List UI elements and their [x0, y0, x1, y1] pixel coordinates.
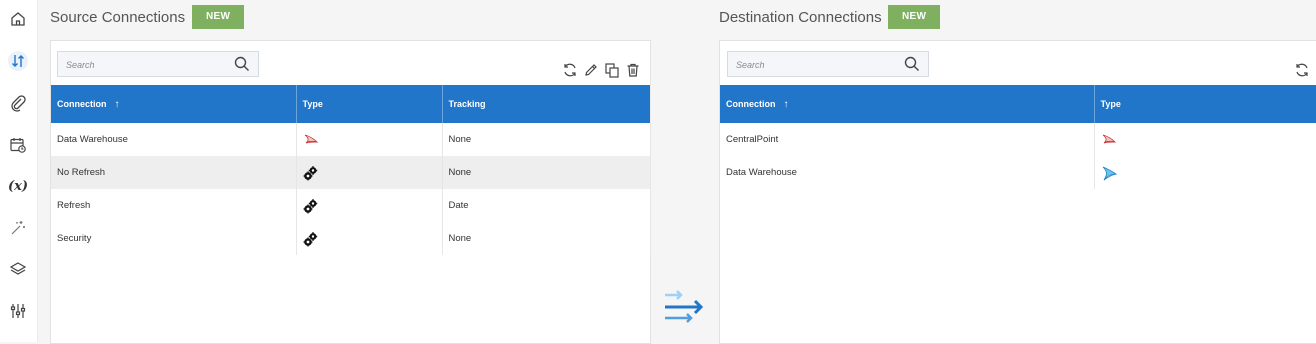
home-icon[interactable] — [8, 9, 28, 29]
connection-cell: CentralPoint — [720, 123, 1095, 156]
gears-icon — [303, 231, 317, 246]
source-new-button[interactable]: NEW — [192, 5, 245, 29]
column-header-connection[interactable]: Connection ↑ — [720, 85, 1095, 123]
table-row[interactable]: No Refresh None — [51, 156, 651, 189]
destination-search — [727, 51, 929, 78]
connection-cell: No Refresh — [51, 156, 297, 189]
layers-icon[interactable] — [8, 259, 28, 279]
magic-wand-icon[interactable] — [8, 218, 28, 238]
destination-search-input[interactable] — [734, 52, 898, 78]
type-cell — [296, 156, 443, 189]
connection-cell: Data Warehouse — [720, 156, 1095, 189]
left-nav-rail: (x) — [0, 0, 38, 342]
refresh-icon[interactable] — [1294, 62, 1310, 78]
table-row[interactable]: CentralPoint — [720, 123, 1316, 156]
source-search — [57, 51, 259, 78]
destination-panel: Connection ↑ Type CentralPoint Data Wareh… — [719, 40, 1316, 344]
tracking-cell: Date — [442, 189, 651, 222]
connection-cell: Refresh — [51, 189, 297, 222]
search-icon[interactable] — [904, 56, 920, 72]
sliders-icon[interactable] — [8, 301, 28, 321]
delete-icon[interactable] — [625, 62, 641, 78]
column-label: Connection — [726, 98, 776, 109]
edit-icon[interactable] — [583, 62, 599, 78]
column-header-type[interactable]: Type — [296, 85, 443, 123]
tracking-cell: None — [442, 123, 651, 156]
table-row[interactable]: Security None — [51, 222, 651, 255]
type-cell — [296, 222, 443, 255]
source-title: Source Connections — [50, 9, 186, 26]
table-row[interactable]: Data Warehouse — [720, 156, 1316, 189]
source-search-input[interactable] — [64, 52, 228, 78]
source-table: Connection ↑ Type Tracking Data Warehouse… — [51, 85, 651, 255]
connection-cell: Security — [51, 222, 297, 255]
gears-icon — [303, 198, 317, 213]
destination-new-button[interactable]: NEW — [888, 5, 941, 29]
source-table-header: Connection ↑ Type Tracking — [51, 85, 651, 123]
sql-server-icon — [1102, 134, 1116, 143]
azure-sql-icon — [1102, 166, 1117, 180]
search-icon[interactable] — [234, 56, 250, 72]
source-panel: Connection ↑ Type Tracking Data Warehouse… — [50, 40, 651, 344]
transfer-icon[interactable] — [8, 51, 28, 71]
type-cell — [1094, 156, 1316, 189]
destination-title: Destination Connections — [719, 9, 882, 26]
table-row[interactable]: Refresh Date — [51, 189, 651, 222]
type-cell — [296, 189, 443, 222]
copy-icon[interactable] — [604, 62, 620, 78]
tracking-cell: None — [442, 222, 651, 255]
sort-ascending-icon: ↑ — [783, 98, 789, 110]
column-header-type[interactable]: Type — [1094, 85, 1316, 123]
variable-icon-label: (x) — [7, 178, 29, 194]
type-cell — [296, 123, 443, 156]
sql-server-icon — [304, 134, 318, 143]
destination-table: Connection ↑ Type CentralPoint Data Wareh… — [720, 85, 1316, 189]
type-cell — [1094, 123, 1316, 156]
destination-table-header: Connection ↑ Type — [720, 85, 1316, 123]
sort-ascending-icon: ↑ — [114, 98, 120, 110]
transfer-arrows-icon[interactable] — [663, 287, 705, 327]
connection-cell: Data Warehouse — [51, 123, 297, 156]
variable-icon[interactable]: (x) — [8, 176, 28, 196]
calendar-clock-icon[interactable] — [8, 135, 28, 155]
column-label: Connection — [57, 98, 107, 109]
refresh-icon[interactable] — [562, 62, 578, 78]
column-header-connection[interactable]: Connection ↑ — [51, 85, 297, 123]
column-header-tracking[interactable]: Tracking — [442, 85, 651, 123]
table-row[interactable]: Data Warehouse None — [51, 123, 651, 156]
paperclip-icon[interactable] — [8, 93, 28, 113]
tracking-cell: None — [442, 156, 651, 189]
gears-icon — [303, 165, 317, 180]
